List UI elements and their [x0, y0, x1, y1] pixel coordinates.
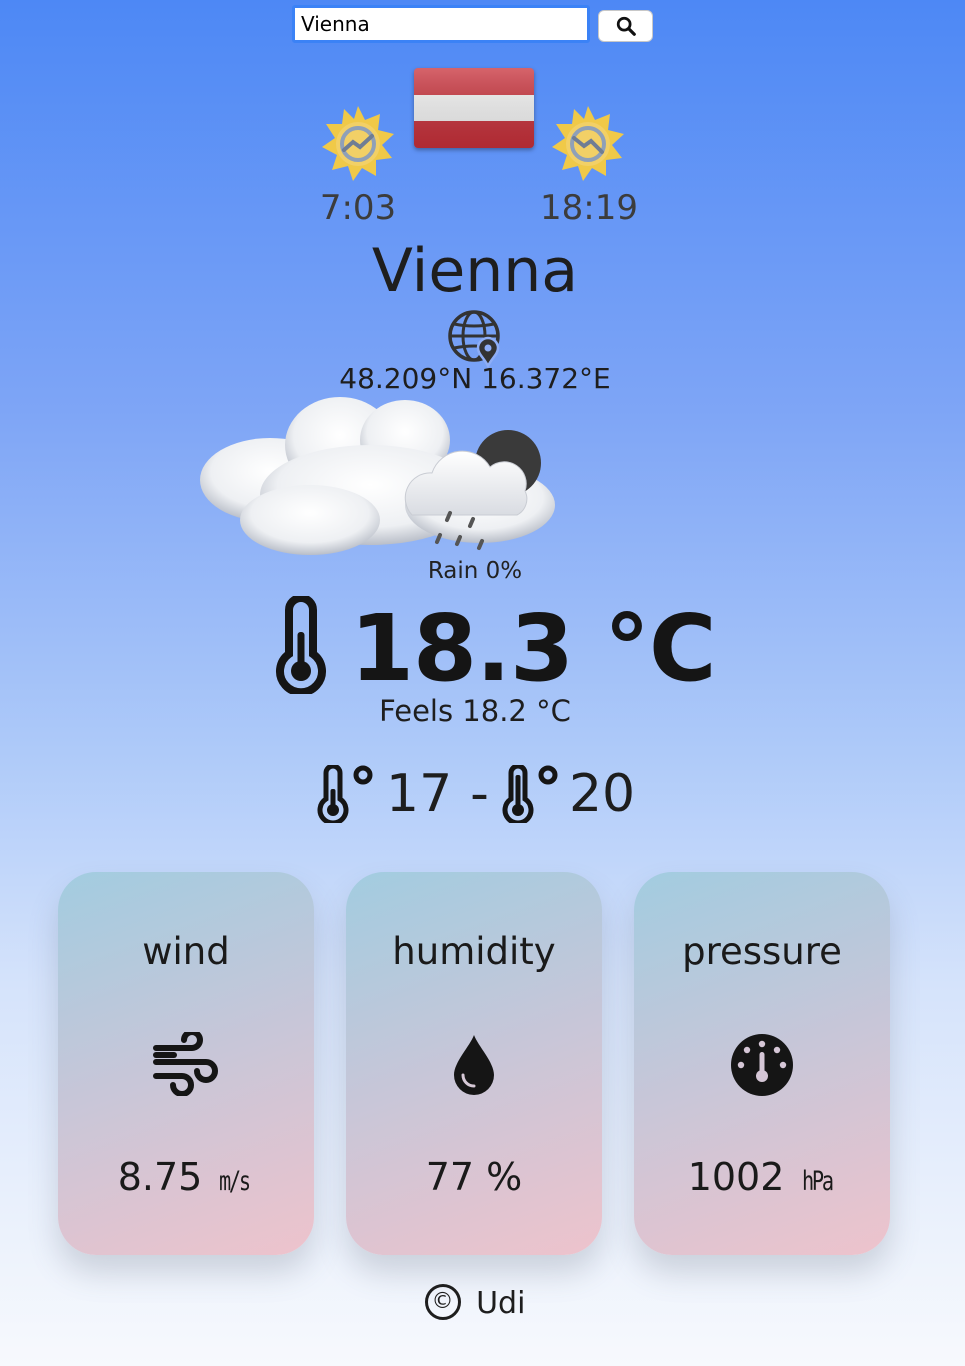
max-temperature: 20	[568, 764, 636, 824]
pressure-title: pressure	[682, 930, 842, 973]
sunrise-time: 7:03	[319, 188, 397, 228]
wind-value: 8.75	[117, 1155, 203, 1199]
range-separator: -	[470, 764, 489, 824]
gauge-icon	[731, 1034, 793, 1096]
current-temperature: 18.3 °C	[350, 595, 717, 702]
wind-icon	[153, 1032, 218, 1096]
pressure-unit: hPa	[801, 1166, 833, 1197]
wind-value-row: 8.75 m/s	[58, 1155, 314, 1199]
pressure-value-row: 1002 hPa	[634, 1155, 890, 1199]
humidity-card: humidity 77 %	[346, 872, 602, 1255]
wind-title: wind	[142, 930, 230, 973]
footer-author: Udi	[476, 1286, 526, 1321]
temperature-range: 17 - 20	[316, 764, 635, 824]
copyright-icon: ©	[424, 1283, 461, 1320]
pressure-value: 1002	[687, 1155, 785, 1199]
wind-card: wind 8.75 m/s	[58, 872, 314, 1255]
weather-illustration	[190, 385, 570, 579]
thermometer-icon	[276, 594, 326, 697]
thermometer-min-icon	[317, 765, 373, 823]
city-name: Vienna	[371, 236, 579, 306]
droplet-icon	[454, 1035, 494, 1095]
feels-like: Feels 18.2 °C	[379, 694, 571, 728]
sunset-icon	[552, 106, 624, 181]
pressure-card: pressure 1002 hPa	[634, 872, 890, 1255]
rain-probability: Rain 0%	[427, 558, 523, 584]
sunset-block	[548, 104, 628, 188]
cloud-rain-night-icon	[200, 397, 555, 555]
search-button[interactable]	[598, 10, 653, 42]
sunrise-icon	[322, 106, 394, 181]
temperature-icon-wrap	[272, 594, 330, 698]
footer: © Udi	[0, 1283, 950, 1323]
thermometer-max-icon	[502, 765, 558, 823]
country-flag	[414, 68, 534, 148]
sunrise-block	[318, 104, 398, 188]
wind-unit: m/s	[219, 1166, 251, 1197]
min-temperature: 17	[386, 764, 453, 824]
sunset-time: 18:19	[540, 188, 638, 228]
search-input[interactable]	[292, 5, 590, 43]
austria-flag-icon	[414, 68, 534, 148]
humidity-title: humidity	[392, 930, 556, 973]
search-icon	[616, 16, 636, 36]
globe-location-icon	[448, 310, 500, 369]
humidity-value: 77 %	[425, 1155, 523, 1199]
